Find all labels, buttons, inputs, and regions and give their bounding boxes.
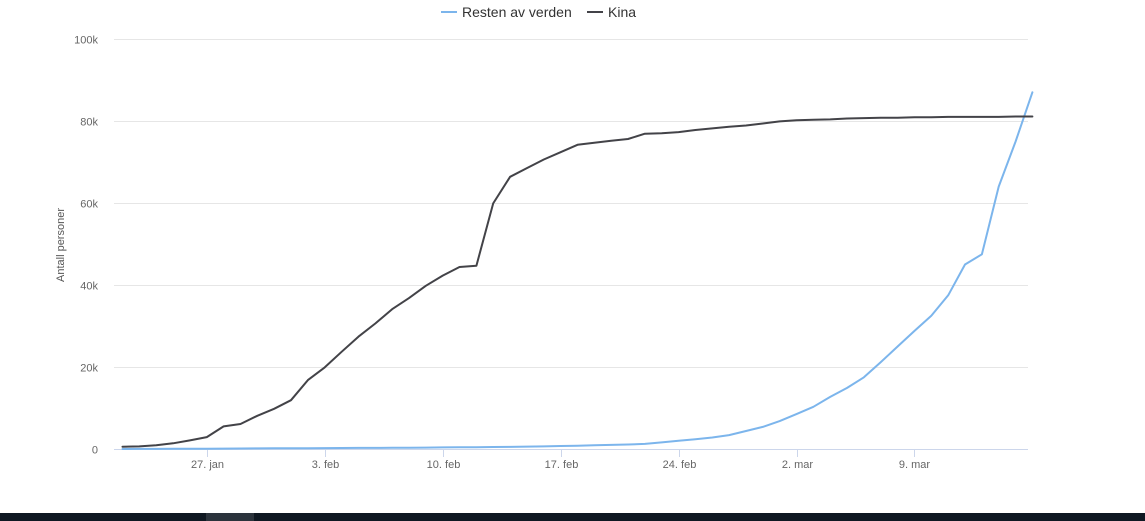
series-lines <box>121 91 1034 450</box>
x-tick-label: 2. mar <box>782 459 814 471</box>
legend-item-kina[interactable]: Kina <box>587 4 636 20</box>
x-axis <box>114 449 1028 457</box>
y-tick-label: 100k <box>74 35 98 47</box>
x-tick-label: 10. feb <box>427 459 461 471</box>
taskbar <box>0 513 1145 521</box>
y-tick-label: 80k <box>80 117 98 129</box>
x-tick-label: 3. feb <box>312 459 340 471</box>
legend-item-resten-av-verden[interactable]: Resten av verden <box>441 4 572 20</box>
x-tick-label: 9. mar <box>899 459 931 471</box>
y-tick-label: 0 <box>92 445 98 457</box>
x-tick-label: 17. feb <box>545 459 579 471</box>
taskbar-item[interactable] <box>206 513 254 521</box>
y-tick-label: 60k <box>80 199 98 211</box>
line-chart: 0 20k 40k 60k 80k 100k 27. jan 3. feb 10. feb 17… <box>55 4 1034 471</box>
x-tick-label: 24. feb <box>663 459 697 471</box>
x-axis-tick-labels: 27. jan 3. feb 10. feb 17. feb 24. feb 2. mar… <box>191 459 930 471</box>
y-tick-label: 40k <box>80 281 98 293</box>
series-line-kina[interactable] <box>121 115 1034 448</box>
legend-label-resten-av-verden: Resten av verden <box>462 4 572 20</box>
legend: Resten av verden Kina <box>441 4 636 20</box>
grid-lines <box>114 39 1028 368</box>
x-tick-label: 27. jan <box>191 459 224 471</box>
y-axis-tick-labels: 0 20k 40k 60k 80k 100k <box>74 35 98 457</box>
y-tick-label: 20k <box>80 363 98 375</box>
y-axis-title: Antall personer <box>55 208 67 282</box>
legend-label-kina: Kina <box>608 4 636 20</box>
